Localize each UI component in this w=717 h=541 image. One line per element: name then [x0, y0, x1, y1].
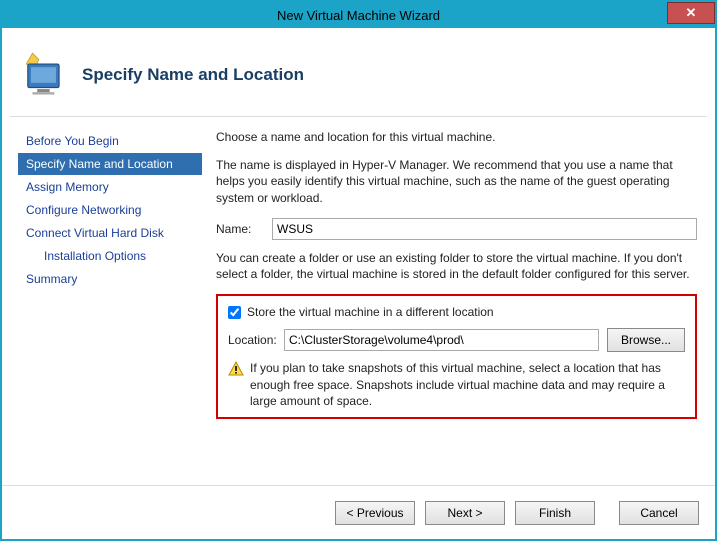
- wizard-steps: Before You Begin Specify Name and Locati…: [2, 117, 202, 475]
- previous-button[interactable]: < Previous: [335, 501, 415, 525]
- warning-text: If you plan to take snapshots of this vi…: [250, 360, 685, 409]
- page-title: Specify Name and Location: [82, 65, 304, 85]
- titlebar[interactable]: New Virtual Machine Wizard ✕: [2, 2, 715, 28]
- step-installation-options[interactable]: Installation Options: [18, 245, 202, 267]
- step-specify-name-location[interactable]: Specify Name and Location: [18, 153, 202, 175]
- location-label: Location:: [228, 332, 284, 348]
- name-input[interactable]: [272, 218, 697, 240]
- next-button[interactable]: Next >: [425, 501, 505, 525]
- intro-text: Choose a name and location for this virt…: [216, 129, 697, 145]
- browse-button[interactable]: Browse...: [607, 328, 685, 352]
- monitor-icon: [20, 50, 70, 100]
- name-label: Name:: [216, 221, 272, 237]
- location-input[interactable]: [284, 329, 599, 351]
- close-icon: ✕: [686, 5, 697, 21]
- warning-icon: [228, 361, 244, 377]
- store-checkbox-label: Store the virtual machine in a different…: [247, 304, 494, 320]
- step-connect-vhd[interactable]: Connect Virtual Hard Disk: [18, 222, 202, 244]
- name-description: The name is displayed in Hyper-V Manager…: [216, 157, 697, 206]
- content-panel: Choose a name and location for this virt…: [202, 117, 715, 475]
- finish-button[interactable]: Finish: [515, 501, 595, 525]
- window-body: Specify Name and Location Before You Beg…: [2, 28, 715, 539]
- window-title: New Virtual Machine Wizard: [277, 8, 440, 23]
- location-description: You can create a folder or use an existi…: [216, 250, 697, 282]
- close-button[interactable]: ✕: [667, 2, 715, 24]
- warning-row: If you plan to take snapshots of this vi…: [228, 360, 685, 409]
- store-checkbox[interactable]: [228, 306, 241, 319]
- step-configure-networking[interactable]: Configure Networking: [18, 199, 202, 221]
- cancel-button[interactable]: Cancel: [619, 501, 699, 525]
- step-assign-memory[interactable]: Assign Memory: [18, 176, 202, 198]
- wizard-footer: < Previous Next > Finish Cancel: [2, 485, 715, 539]
- wizard-body: Before You Begin Specify Name and Locati…: [2, 117, 715, 475]
- step-summary[interactable]: Summary: [18, 268, 202, 290]
- highlight-box: Store the virtual machine in a different…: [216, 294, 697, 419]
- step-before-you-begin[interactable]: Before You Begin: [18, 130, 202, 152]
- wizard-header: Specify Name and Location: [2, 28, 715, 116]
- location-row: Location: Browse...: [228, 328, 685, 352]
- window-chrome: New Virtual Machine Wizard ✕ Specify Nam…: [0, 0, 717, 541]
- store-different-location-row: Store the virtual machine in a different…: [228, 304, 685, 320]
- name-row: Name:: [216, 218, 697, 240]
